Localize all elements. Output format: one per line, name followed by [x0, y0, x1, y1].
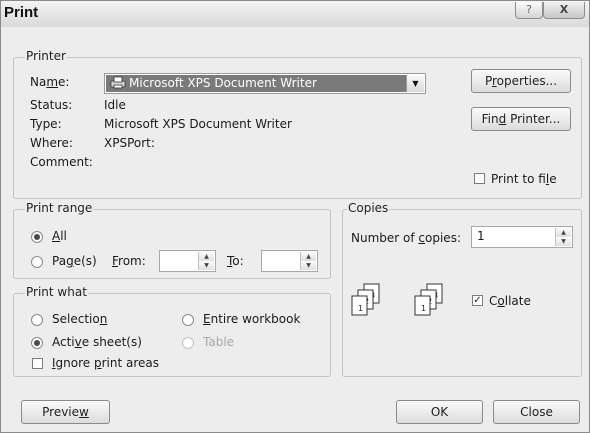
print-to-file-label: Print to file — [491, 172, 557, 186]
name-label: Name: — [30, 75, 70, 89]
spin-down-icon[interactable]: ▼ — [199, 261, 214, 270]
status-label: Status: — [30, 98, 73, 112]
copies-group-label: Copies — [347, 201, 390, 215]
chevron-down-icon[interactable]: ▼ — [406, 75, 424, 92]
spin-down-icon[interactable]: ▼ — [301, 261, 316, 270]
printer-icon — [110, 76, 126, 89]
where-label: Where: — [30, 136, 73, 150]
ignore-print-areas-label: Ignore print areas — [52, 356, 160, 370]
from-label: From: — [112, 254, 146, 268]
collate-label: Collate — [489, 294, 531, 308]
to-label: To: — [227, 254, 244, 268]
table-label: Table — [203, 335, 235, 349]
ignore-print-areas-checkbox[interactable] — [32, 358, 43, 369]
pages-radio[interactable] — [31, 256, 43, 268]
to-page-input[interactable]: ▲ ▼ — [261, 250, 318, 272]
number-of-copies-label: Number of copies: — [351, 231, 461, 245]
print-dialog: Print ? X Printer Name: Microsoft XPS Do… — [0, 0, 590, 433]
status-value: Idle — [104, 98, 126, 112]
properties-button[interactable]: Properties... — [471, 69, 571, 93]
collate-pages-icon: 3 2 1 — [351, 283, 380, 316]
dialog-title: Print — [4, 4, 39, 21]
print-range-group-label: Print range — [25, 201, 94, 215]
active-sheets-radio[interactable] — [31, 337, 43, 349]
ok-button[interactable]: OK — [396, 400, 483, 424]
print-what-group-label: Print what — [25, 285, 88, 299]
table-radio — [182, 337, 194, 349]
all-radio[interactable] — [31, 231, 43, 243]
type-value: Microsoft XPS Document Writer — [104, 117, 292, 131]
close-icon: X — [559, 3, 569, 16]
copies-input[interactable]: 1 ▲ ▼ — [471, 226, 573, 248]
from-page-input[interactable]: ▲ ▼ — [159, 250, 216, 272]
type-label: Type: — [30, 117, 62, 131]
all-label: All — [52, 229, 67, 243]
printer-group-label: Printer — [25, 49, 67, 63]
title-bar[interactable]: Print ? X — [1, 1, 589, 27]
entire-workbook-radio[interactable] — [182, 314, 194, 326]
help-icon: ? — [526, 3, 532, 16]
printer-name-dropdown[interactable]: Microsoft XPS Document Writer ▼ — [104, 73, 426, 94]
entire-workbook-label: Entire workbook — [203, 312, 301, 326]
comment-label: Comment: — [30, 155, 93, 169]
help-button[interactable]: ? — [515, 2, 543, 19]
preview-button[interactable]: Preview — [21, 400, 110, 424]
close-button[interactable]: Close — [493, 400, 580, 424]
printer-name-value: Microsoft XPS Document Writer — [106, 75, 406, 92]
svg-text:1: 1 — [358, 304, 363, 313]
close-window-button[interactable]: X — [543, 2, 585, 19]
pages-label: Page(s) — [52, 254, 97, 268]
selection-label: Selection — [52, 312, 108, 326]
collate-pages-icon: 3 2 1 — [414, 283, 443, 316]
find-printer-button[interactable]: Find Printer... — [471, 107, 571, 131]
svg-text:1: 1 — [421, 304, 426, 313]
print-to-file-checkbox[interactable] — [474, 173, 485, 184]
active-sheets-label: Active sheet(s) — [52, 335, 142, 349]
selection-radio[interactable] — [31, 314, 43, 326]
checkmark-icon: ✓ — [473, 295, 482, 306]
collate-checkbox[interactable]: ✓ — [472, 295, 483, 306]
spin-down-icon[interactable]: ▼ — [556, 237, 571, 246]
where-value: XPSPort: — [104, 136, 155, 150]
